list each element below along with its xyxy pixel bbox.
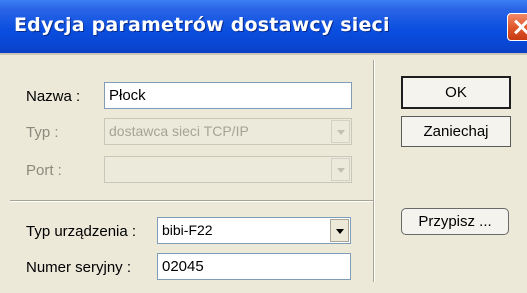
name-input[interactable]: Płock — [104, 82, 352, 109]
vertical-divider — [373, 60, 374, 282]
device-type-value: bibi-F22 — [162, 222, 213, 238]
assign-button[interactable]: Przypisz ... — [401, 208, 509, 235]
cancel-button[interactable]: Zaniechaj — [401, 116, 511, 147]
title-bar[interactable]: Edycja parametrów dostawcy sieci — [0, 0, 527, 53]
serial-label: Numer seryjny : — [26, 259, 132, 276]
section-divider — [10, 200, 373, 201]
close-button[interactable] — [507, 13, 527, 41]
ok-button[interactable]: OK — [401, 76, 511, 109]
chevron-down-icon — [337, 130, 345, 135]
type-select: dostawca sieci TCP/IP — [104, 118, 352, 145]
type-value: dostawca sieci TCP/IP — [109, 123, 249, 139]
dialog-title: Edycja parametrów dostawcy sieci — [14, 14, 390, 36]
dialog-window: Edycja parametrów dostawcy sieci Nazwa :… — [0, 0, 527, 293]
device-type-label: Typ urządzenia : — [26, 223, 137, 240]
serial-input[interactable]: 02045 — [157, 253, 351, 280]
port-label: Port : — [26, 162, 62, 179]
title-separator — [0, 53, 527, 55]
type-dropdown-button — [331, 120, 350, 143]
device-type-select[interactable]: bibi-F22 — [157, 217, 351, 244]
chevron-down-icon — [337, 168, 345, 173]
name-label: Nazwa : — [26, 88, 81, 105]
port-dropdown-button — [331, 158, 350, 181]
port-select — [104, 156, 352, 183]
chevron-down-icon — [336, 229, 344, 234]
type-label: Typ : — [26, 124, 59, 141]
device-type-dropdown-button[interactable] — [330, 219, 349, 242]
